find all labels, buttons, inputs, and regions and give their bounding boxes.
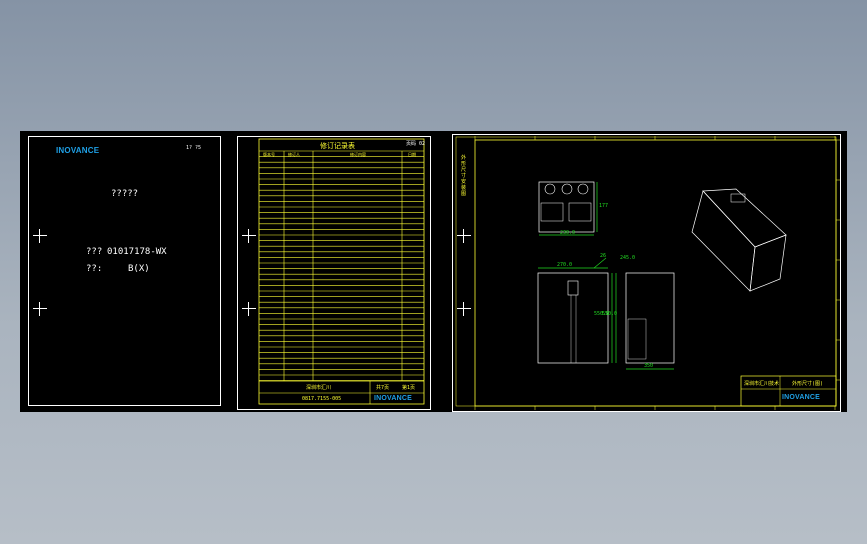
dim-front-top: 270.0	[557, 262, 573, 268]
cad-drawing-canvas[interactable]: INOVANCE 1? ?5 ????? ??? 01017178-WX ??:…	[20, 131, 847, 412]
dim-side-width: 26	[600, 253, 607, 259]
title-block-brand: INOVANCE	[782, 394, 821, 401]
dim-top-width: 230.0	[560, 230, 576, 236]
dim-side-h2: 550.0	[602, 311, 618, 317]
dim-side-bottom: 245.0	[620, 255, 636, 261]
drawing-side-text: 外形尺寸安装图	[461, 155, 467, 197]
dim-depth: 350	[644, 363, 654, 369]
outline-drawing	[455, 136, 840, 410]
dim-top-height: 177	[599, 203, 609, 209]
title-block-left: 深圳市汇川技术	[744, 381, 780, 387]
title-block-right: 外形尺寸(图)	[792, 381, 824, 387]
